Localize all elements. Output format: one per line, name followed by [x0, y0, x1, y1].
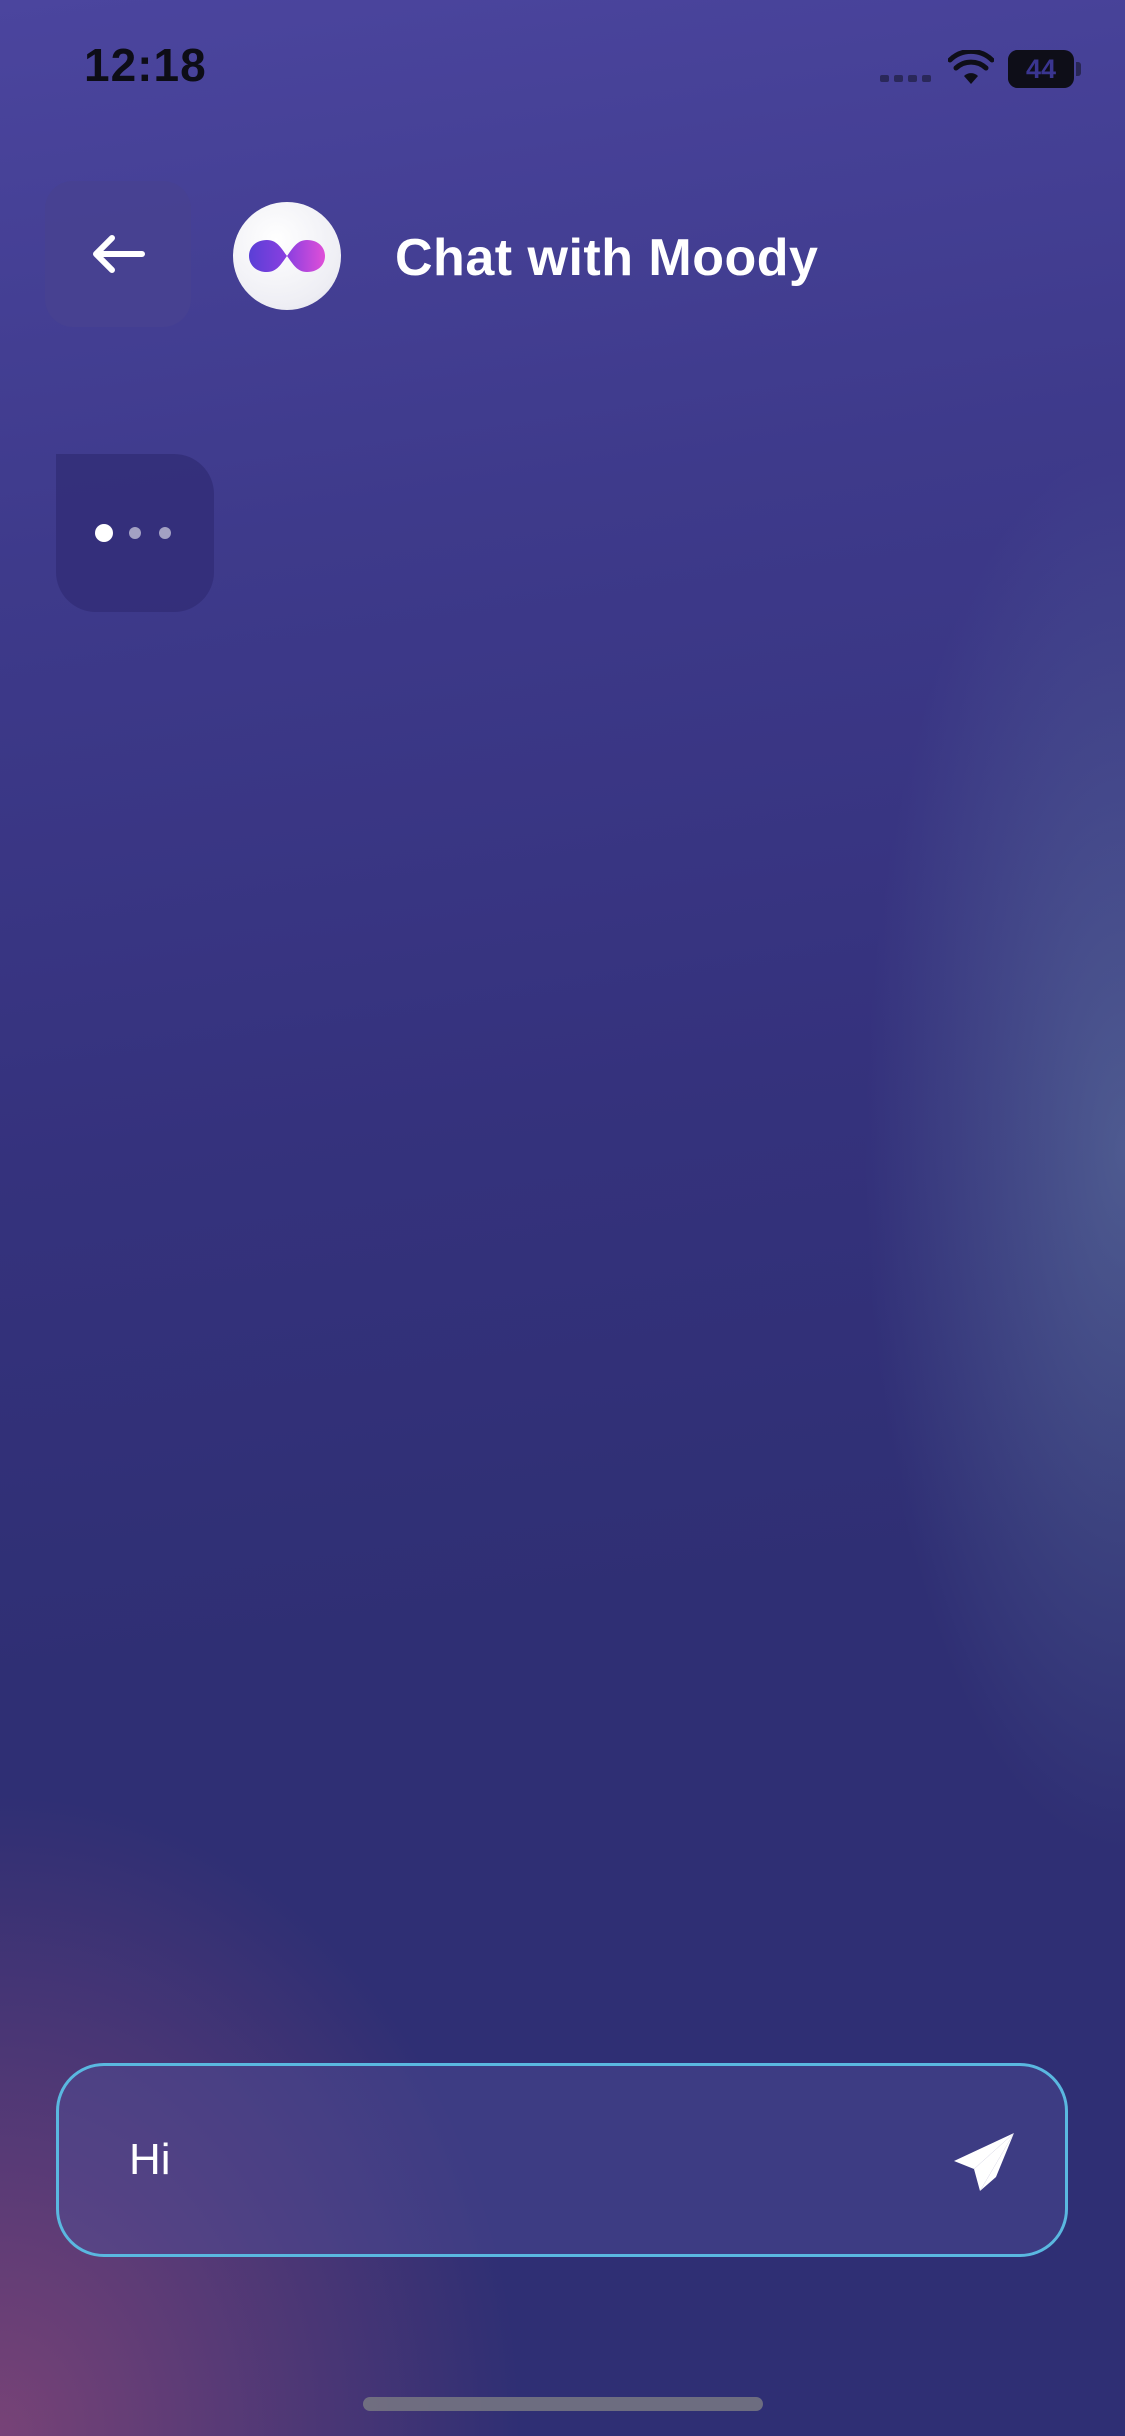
wifi-icon — [948, 50, 994, 84]
infinity-logo-icon — [249, 240, 325, 272]
typing-indicator-bubble — [56, 454, 214, 612]
avatar — [233, 202, 341, 310]
battery-cap — [1076, 62, 1081, 76]
typing-dot — [129, 527, 141, 539]
arrow-left-icon — [93, 235, 145, 273]
message-composer: Hi — [56, 2063, 1068, 2257]
back-button[interactable] — [45, 181, 191, 327]
send-button[interactable] — [949, 2126, 1021, 2198]
battery-level: 44 — [1025, 54, 1057, 84]
status-bar: 12:18 44 — [0, 0, 1125, 130]
typing-dot — [95, 524, 113, 542]
paper-plane-icon — [954, 2133, 1014, 2191]
status-time: 12:18 — [84, 39, 207, 91]
message-input[interactable]: Hi — [129, 2135, 171, 2185]
page-title: Chat with Moody — [395, 229, 819, 287]
battery-icon: 44 — [1008, 50, 1074, 88]
cellular-signal-icon — [880, 75, 931, 82]
home-indicator — [363, 2397, 763, 2411]
typing-dot — [159, 527, 171, 539]
